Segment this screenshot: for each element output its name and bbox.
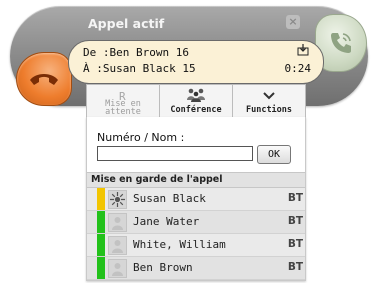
hangup-button[interactable] xyxy=(16,52,72,106)
conference-button[interactable]: Conférence xyxy=(160,85,233,117)
contact-tag: BT xyxy=(287,261,303,273)
functions-label: Functions xyxy=(245,105,293,115)
list-item[interactable]: Ben Brown BT xyxy=(87,257,305,280)
contact-name: Ben Brown xyxy=(133,261,193,274)
list-item[interactable]: Jane Water BT xyxy=(87,211,305,234)
status-indicator xyxy=(97,188,105,210)
hold-list-header: Mise en garde de l'appel xyxy=(87,172,305,188)
caller-from: De :Ben Brown 16 xyxy=(83,46,189,59)
transfer-icon[interactable] xyxy=(297,44,309,56)
phone-icon xyxy=(331,33,351,53)
close-icon[interactable]: × xyxy=(286,15,300,29)
sun-icon xyxy=(108,190,127,209)
contact-tag: BT xyxy=(287,215,303,227)
contact-name: White, William xyxy=(133,238,226,251)
call-timer: 0:24 xyxy=(284,62,312,75)
contact-name: Jane Water xyxy=(133,215,200,228)
call-toolbar: R Mise en attente Conférence Functions xyxy=(86,84,306,118)
person-icon xyxy=(108,213,127,232)
list-item[interactable]: Susan Black BT xyxy=(87,188,305,211)
functions-button[interactable]: Functions xyxy=(233,85,305,117)
call-info-panel: De :Ben Brown 16 À :Susan Black 15 0:24 xyxy=(68,40,324,84)
list-item[interactable]: White, William BT xyxy=(87,234,305,257)
conference-icon xyxy=(160,87,232,106)
contact-name: Susan Black xyxy=(133,192,206,205)
person-icon xyxy=(108,236,127,255)
status-indicator xyxy=(97,211,105,233)
caller-to: À :Susan Black 15 xyxy=(83,62,196,75)
call-title: Appel actif xyxy=(88,16,165,31)
hold-label: Mise en attente xyxy=(105,99,141,117)
contact-tag: BT xyxy=(287,192,303,204)
hangup-phone-icon xyxy=(30,74,58,85)
hold-list: Susan Black BT Jane Water BT White, Will… xyxy=(87,188,305,280)
chevron-down-icon xyxy=(233,87,305,106)
number-name-input[interactable] xyxy=(97,146,253,161)
conference-label: Conférence xyxy=(170,105,222,115)
ok-button[interactable]: OK xyxy=(257,145,291,164)
status-indicator xyxy=(97,257,105,279)
hold-button[interactable]: R Mise en attente xyxy=(87,85,160,117)
contact-tag: BT xyxy=(287,238,303,250)
person-icon xyxy=(108,259,127,278)
status-indicator xyxy=(97,234,105,256)
number-name-label: Numéro / Nom : xyxy=(97,131,185,144)
functions-panel: Numéro / Nom : OK Mise en garde de l'app… xyxy=(86,117,306,281)
